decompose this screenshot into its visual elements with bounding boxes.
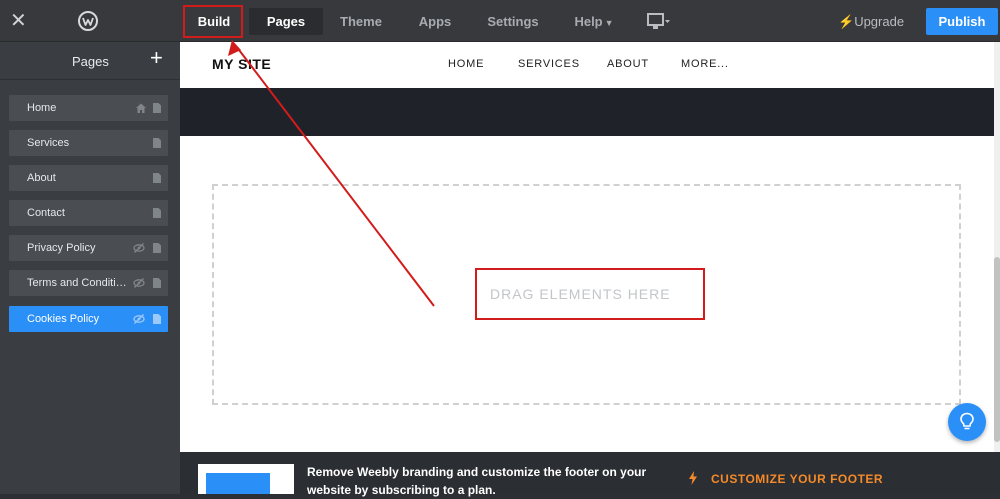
tab-help-label: Help: [574, 14, 603, 29]
tab-settings[interactable]: Settings: [478, 8, 548, 35]
tab-apps[interactable]: Apps: [410, 8, 460, 35]
tab-theme[interactable]: Theme: [332, 8, 390, 35]
canvas-scrollbar[interactable]: [994, 42, 1000, 452]
bolt-icon: [689, 471, 697, 485]
add-page-icon[interactable]: +: [150, 47, 168, 69]
page-item-label: About: [27, 172, 56, 184]
upgrade-link[interactable]: ⚡Upgrade: [838, 8, 904, 35]
sidebar-item-services[interactable]: Services: [9, 130, 168, 156]
page-item-label: Services: [27, 137, 70, 149]
site-canvas: MY SITE HOME SERVICES ABOUT MORE... DRAG…: [180, 42, 997, 452]
branding-footer: Remove Weebly branding and customize the…: [180, 452, 1000, 497]
tab-help[interactable]: Help ▼: [566, 8, 622, 35]
footer-preview-thumbnail: [198, 464, 294, 494]
hidden-eye-icon: [133, 314, 145, 324]
home-icon: [136, 103, 146, 113]
page-icon: [153, 103, 161, 113]
header-banner[interactable]: [180, 88, 997, 136]
desktop-preview-icon[interactable]: [647, 13, 671, 31]
sidebar-item-terms-and-conditions[interactable]: Terms and Conditions: [9, 270, 168, 296]
page-icon: [153, 243, 161, 253]
page-item-label: Cookies Policy: [27, 313, 100, 325]
site-nav-home[interactable]: HOME: [448, 58, 484, 70]
drop-text-highlight-box: [475, 268, 705, 320]
site-header: MY SITE HOME SERVICES ABOUT MORE...: [180, 42, 997, 88]
tab-pages[interactable]: Pages: [249, 8, 323, 35]
tab-theme-label: Theme: [340, 14, 382, 29]
page-item-label: Privacy Policy: [27, 242, 96, 254]
page-icon: [153, 138, 161, 148]
page-item-label: Terms and Conditions: [27, 277, 129, 289]
upgrade-label: Upgrade: [854, 14, 905, 29]
sidebar-item-about[interactable]: About: [9, 165, 168, 191]
sidebar-item-privacy-policy[interactable]: Privacy Policy: [9, 235, 168, 261]
chevron-down-icon: ▼: [604, 18, 614, 28]
page-icon: [153, 314, 161, 324]
sidebar-item-cookies-policy[interactable]: Cookies Policy: [9, 306, 168, 332]
weebly-logo-icon: [78, 11, 98, 31]
page-item-label: Contact: [27, 207, 65, 219]
sidebar-header: Pages +: [0, 42, 180, 80]
close-icon[interactable]: ✕: [10, 10, 28, 32]
site-nav-services[interactable]: SERVICES: [518, 58, 580, 70]
tab-apps-label: Apps: [418, 14, 452, 29]
pages-sidebar: Pages + Home Services About Contact Priv…: [0, 42, 180, 494]
sidebar-title: Pages: [72, 54, 109, 69]
tab-settings-label: Settings: [487, 14, 539, 29]
hidden-eye-icon: [133, 278, 145, 288]
page-item-label: Home: [27, 102, 57, 114]
sidebar-item-home[interactable]: Home: [9, 95, 168, 121]
lightbulb-icon: [960, 412, 974, 430]
hidden-eye-icon: [133, 243, 145, 253]
site-nav-about[interactable]: ABOUT: [607, 58, 649, 70]
page-icon: [153, 173, 161, 183]
page-icon: [153, 278, 161, 288]
site-title[interactable]: MY SITE: [212, 56, 271, 72]
sidebar-item-contact[interactable]: Contact: [9, 200, 168, 226]
build-highlight-box: [183, 5, 243, 38]
top-bar: ✕ Build Pages Theme Apps Settings Help ▼ …: [0, 0, 1000, 42]
bolt-icon: ⚡: [838, 14, 855, 29]
customize-footer-link[interactable]: CUSTOMIZE YOUR FOOTER: [711, 472, 883, 486]
lightbulb-help-button[interactable]: [948, 403, 986, 441]
tab-pages-label: Pages: [266, 14, 306, 29]
page-icon: [153, 208, 161, 218]
publish-button[interactable]: Publish: [926, 8, 998, 35]
site-nav-more[interactable]: MORE...: [681, 58, 729, 70]
scrollbar-thumb[interactable]: [994, 257, 1000, 442]
